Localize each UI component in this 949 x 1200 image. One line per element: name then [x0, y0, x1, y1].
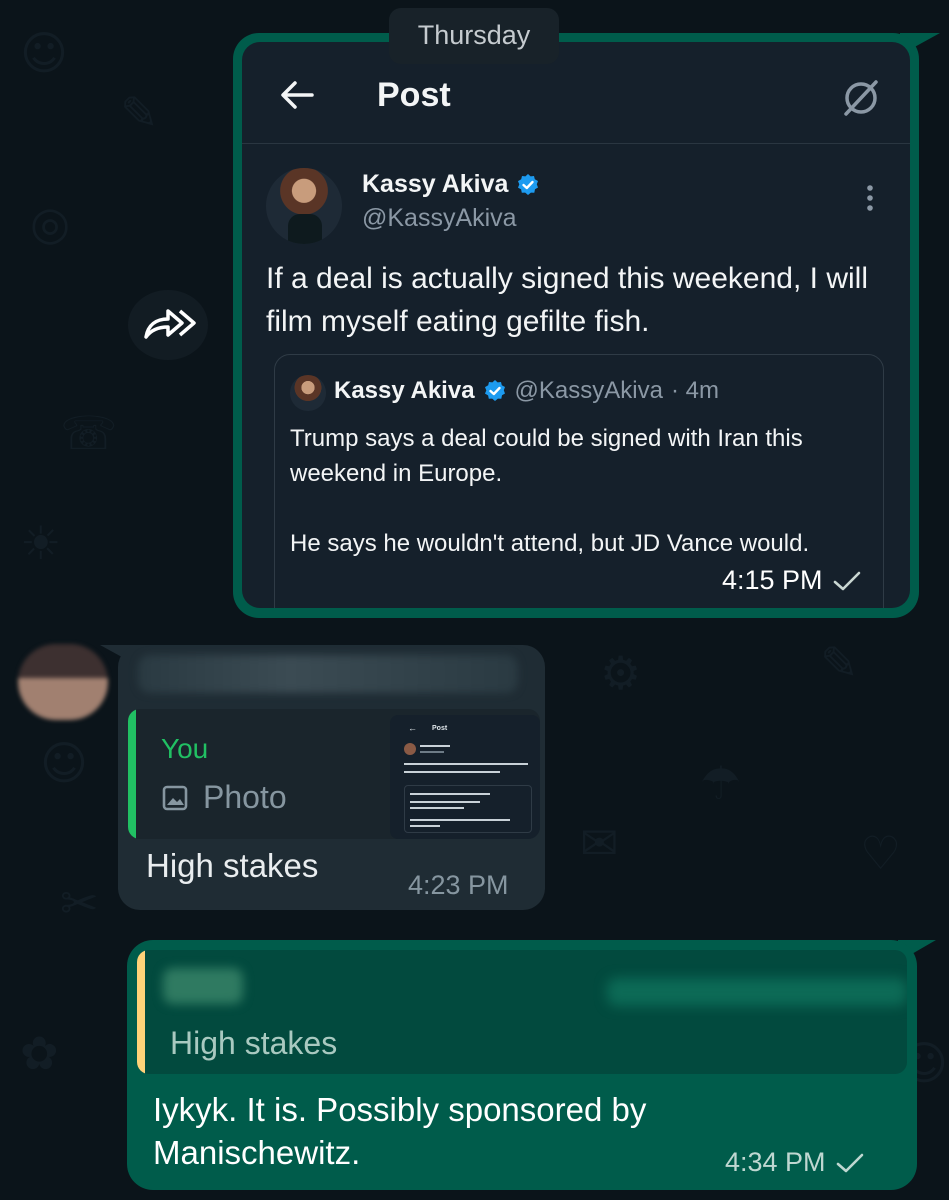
verified-badge-icon: [518, 173, 539, 195]
message-text: Iykyk. It is. Possibly sponsored by Mani…: [153, 1091, 647, 1171]
thumbnail-title: Post: [432, 725, 448, 732]
outgoing-message-bubble[interactable]: High stakes Iykyk. It is. Possibly spons…: [127, 940, 917, 1190]
reply-quote[interactable]: High stakes: [137, 950, 907, 1074]
incoming-message-bubble[interactable]: You Photo ← Post High stakes 4:23 PM: [118, 645, 545, 910]
more-options-icon: [867, 185, 873, 211]
thumbnail-line: [410, 801, 480, 803]
reply-quote-type-label: Photo: [203, 779, 287, 815]
thumbnail-line: [420, 751, 444, 753]
message-text: High stakes: [146, 847, 319, 884]
message-time: 4:23 PM: [408, 870, 509, 900]
thumbnail-line: [420, 745, 450, 747]
back-arrow-icon: [281, 81, 314, 109]
quoted-author-row: Kassy Akiva @KassyAkiva · 4m: [334, 377, 719, 405]
forward-button[interactable]: [128, 290, 208, 360]
message-meta: 4:15 PM: [722, 565, 863, 596]
reply-accent-bar: [128, 709, 136, 839]
sender-name-redacted: [138, 655, 518, 693]
author-avatar: [266, 168, 342, 244]
thumbnail-line: [404, 763, 528, 765]
grok-icon: [844, 80, 878, 116]
quoted-author-avatar: [290, 375, 326, 411]
message-time: 4:15 PM: [722, 565, 823, 595]
message-meta: 4:34 PM: [725, 1147, 866, 1178]
forward-icon: [144, 309, 196, 339]
thumbnail-line: [410, 807, 464, 809]
author-handle: @KassyAkiva: [362, 204, 517, 232]
thumbnail-line: [410, 825, 440, 827]
quoted-paragraph: Trump says a deal could be signed with I…: [290, 425, 803, 487]
message-time: 4:34 PM: [725, 1147, 826, 1177]
sender-avatar[interactable]: [18, 644, 108, 720]
date-label: Thursday: [417, 20, 531, 50]
thumbnail-back-icon: ←: [408, 723, 417, 733]
reply-quote-redacted: [607, 978, 907, 1006]
author-name-row: Kassy Akiva: [362, 170, 540, 199]
quoted-author-handle: @KassyAkiva: [514, 377, 663, 404]
thumbnail-line: [410, 819, 510, 821]
photo-icon: [162, 785, 188, 810]
author-name: Kassy Akiva: [362, 170, 509, 198]
thumbnail-avatar: [404, 743, 416, 755]
date-separator: Thursday: [389, 8, 559, 64]
reply-quote-type: Photo: [161, 779, 287, 816]
reply-quote-text: High stakes: [170, 1025, 338, 1061]
reply-quote[interactable]: You Photo ← Post: [128, 709, 540, 839]
quoted-author-name: Kassy Akiva: [334, 377, 475, 404]
quoted-post-age: · 4m: [670, 377, 719, 404]
post-text: If a deal is actually signed this weeken…: [266, 262, 868, 338]
reply-quote-sender-redacted: [163, 968, 243, 1004]
sent-check-icon: [836, 1153, 863, 1172]
sent-check-icon: [833, 571, 860, 590]
thumbnail-line: [404, 771, 500, 773]
verified-badge-icon: [484, 380, 505, 401]
reply-quote-thumbnail: ← Post: [390, 715, 540, 839]
post-header-title: Post: [377, 76, 451, 114]
reply-quote-sender: You: [161, 733, 209, 764]
reply-accent-bar: [137, 950, 145, 1074]
header-divider: [242, 143, 910, 144]
thumbnail-line: [410, 793, 490, 795]
quoted-paragraph: He says he wouldn't attend, but JD Vance…: [290, 530, 810, 557]
post-screenshot-image[interactable]: Post Kassy Akiva @KassyAkiva If a deal i…: [242, 42, 910, 608]
